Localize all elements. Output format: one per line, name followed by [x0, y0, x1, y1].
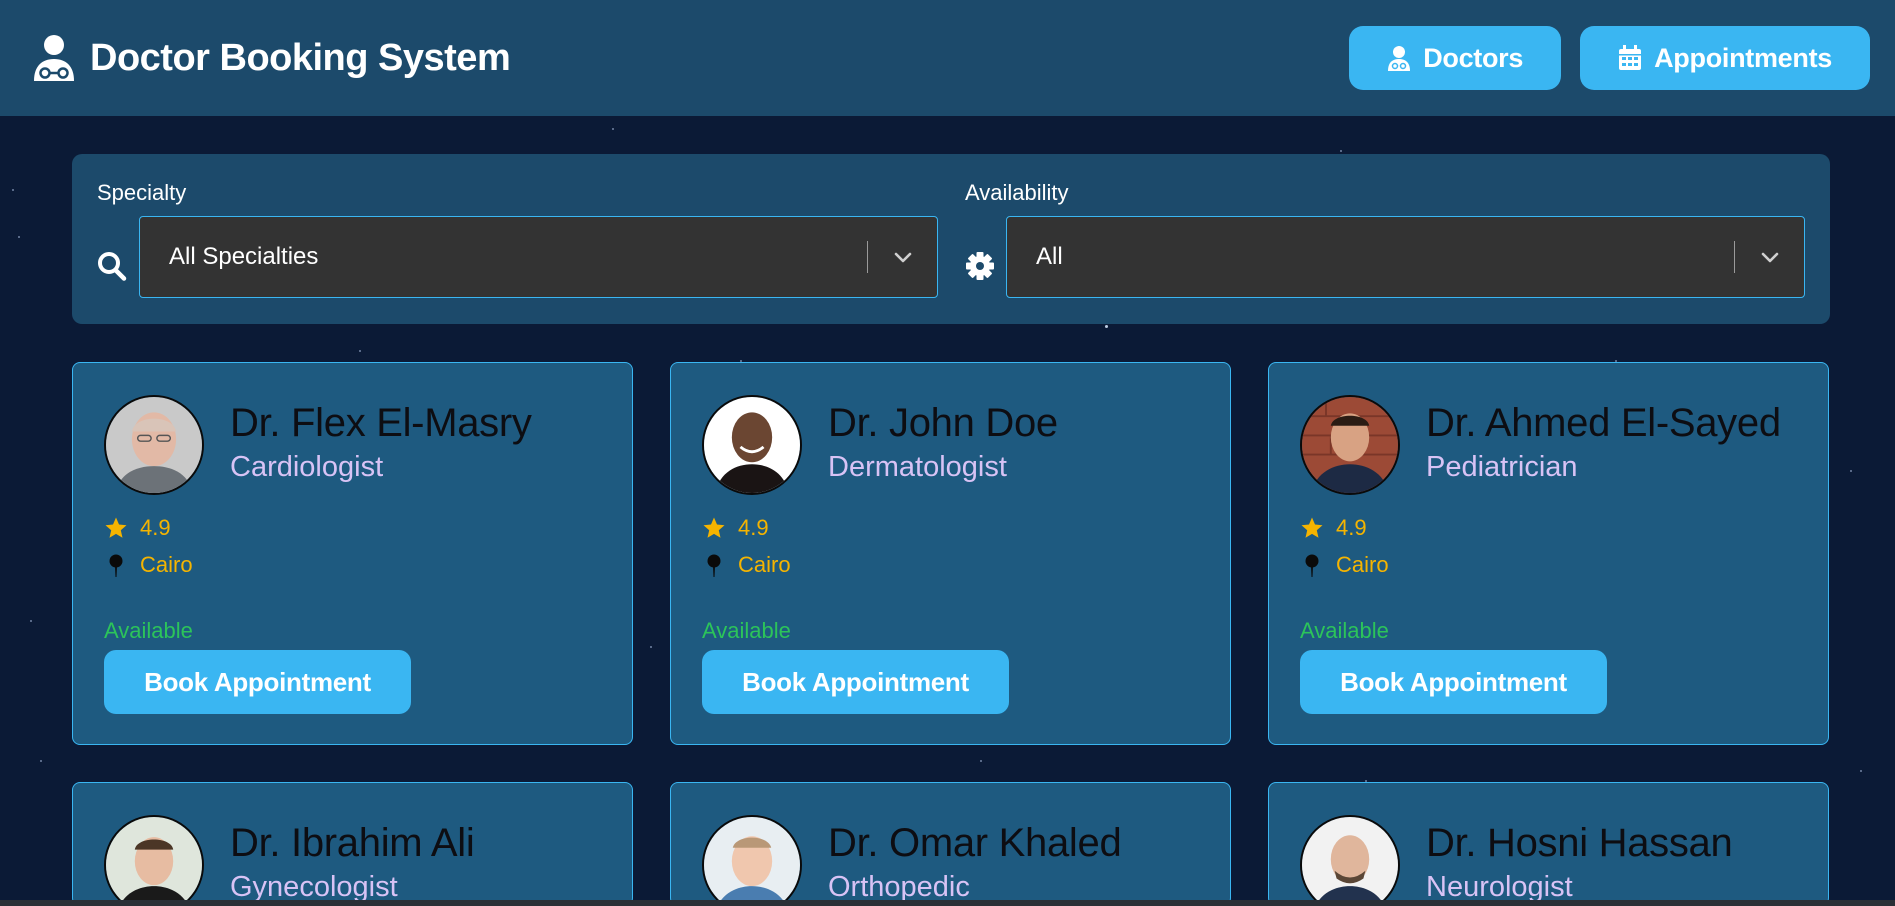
doctors-nav-button[interactable]: Doctors — [1349, 26, 1562, 90]
doctor-name: Dr. Omar Khaled — [828, 821, 1122, 865]
rating-row: 4.9 — [702, 515, 769, 541]
chevron-down-icon[interactable] — [1759, 243, 1781, 273]
location-pin-icon — [1305, 554, 1319, 577]
availability-select[interactable]: All — [1006, 216, 1805, 298]
doctor-avatar — [702, 395, 802, 495]
doctor-card: Dr. John Doe Dermatologist 4.9 Cairo Ava… — [670, 362, 1231, 745]
location-row: Cairo — [702, 552, 791, 578]
select-separator — [867, 241, 868, 273]
location-value: Cairo — [1336, 552, 1389, 577]
location-value: Cairo — [738, 552, 791, 577]
star-icon — [1301, 517, 1323, 538]
top-bar: Doctor Booking System Doctors Appointmen… — [0, 0, 1895, 116]
search-icon — [98, 252, 127, 281]
rating-row: 4.9 — [104, 515, 171, 541]
specialty-select[interactable]: All Specialties — [139, 216, 938, 298]
doctor-photo-icon — [1302, 817, 1398, 905]
doctor-photo-icon — [106, 817, 202, 905]
filter-panel: Specialty All Specialties Availability A… — [72, 154, 1830, 324]
doctor-name: Dr. Ibrahim Ali — [230, 821, 475, 865]
book-appointment-button[interactable]: Book Appointment — [1300, 650, 1607, 714]
doctor-card: Dr. Hosni Hassan Neurologist — [1268, 782, 1829, 906]
availability-status: Available — [1300, 618, 1389, 643]
gear-icon — [966, 252, 994, 280]
location-pin-icon — [109, 554, 123, 577]
doctor-photo-icon — [704, 397, 800, 493]
location-pin-icon — [707, 554, 721, 577]
star-icon — [703, 517, 725, 538]
doctor-card: Dr. Omar Khaled Orthopedic — [670, 782, 1231, 906]
doctor-name: Dr. Flex El-Masry — [230, 401, 532, 445]
availability-status: Available — [104, 618, 193, 643]
doctor-avatar — [1300, 815, 1400, 905]
doctor-avatar — [1300, 395, 1400, 495]
doctor-card: Dr. Ibrahim Ali Gynecologist — [72, 782, 633, 906]
specialty-label: Specialty — [97, 180, 187, 205]
appointments-nav-label: Appointments — [1654, 42, 1832, 73]
star-icon — [105, 517, 127, 538]
doctor-photo-icon — [704, 817, 800, 905]
book-appointment-button[interactable]: Book Appointment — [702, 650, 1009, 714]
doctor-card: Dr. Flex El-Masry Cardiologist 4.9 Cairo… — [72, 362, 633, 745]
availability-select-value: All — [1036, 243, 1063, 270]
app-title: Doctor Booking System — [90, 36, 511, 79]
appointments-nav-button[interactable]: Appointments — [1580, 26, 1870, 90]
doctor-avatar — [702, 815, 802, 905]
window-bottom-edge — [0, 900, 1895, 906]
main-nav: Doctors Appointments — [1349, 26, 1870, 90]
location-value: Cairo — [140, 552, 193, 577]
doctor-card: Dr. Ahmed El-Sayed Pediatrician 4.9 Cair… — [1268, 362, 1829, 745]
doctor-avatar — [104, 395, 204, 495]
doctor-icon — [1388, 46, 1411, 71]
specialty-select-value: All Specialties — [169, 243, 319, 270]
doctor-name: Dr. Hosni Hassan — [1426, 821, 1733, 865]
doctors-nav-label: Doctors — [1423, 42, 1524, 73]
location-row: Cairo — [104, 552, 193, 578]
doctor-photo-icon — [1302, 397, 1398, 493]
location-row: Cairo — [1300, 552, 1389, 578]
chevron-down-icon[interactable] — [892, 243, 914, 273]
doctor-avatar — [104, 815, 204, 905]
doctor-name: Dr. John Doe — [828, 401, 1058, 445]
brand: Doctor Booking System — [32, 33, 511, 83]
rating-value: 4.9 — [1336, 515, 1367, 540]
rating-row: 4.9 — [1300, 515, 1367, 541]
doctor-logo-icon — [34, 35, 74, 81]
doctor-specialty: Dermatologist — [828, 451, 1007, 483]
rating-value: 4.9 — [738, 515, 769, 540]
doctor-name: Dr. Ahmed El-Sayed — [1426, 401, 1781, 445]
doctor-specialty: Pediatrician — [1426, 451, 1578, 483]
select-separator — [1734, 241, 1735, 273]
book-appointment-button[interactable]: Book Appointment — [104, 650, 411, 714]
rating-value: 4.9 — [140, 515, 171, 540]
doctor-specialty: Cardiologist — [230, 451, 384, 483]
availability-filter: Availability All — [938, 154, 1830, 324]
availability-status: Available — [702, 618, 791, 643]
availability-label: Availability — [965, 180, 1069, 205]
specialty-filter: Specialty All Specialties — [72, 154, 938, 324]
calendar-icon — [1619, 45, 1642, 70]
doctor-photo-icon — [106, 397, 202, 493]
